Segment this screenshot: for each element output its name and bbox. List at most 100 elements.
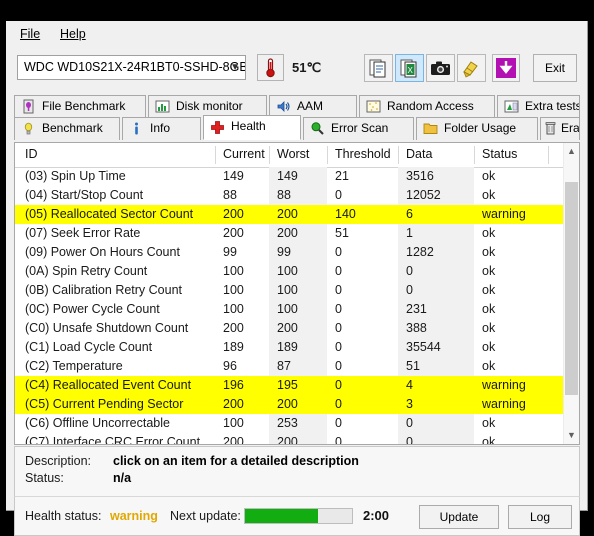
table-row[interactable]: (04) Start/Stop Count 88 88 0 12052 ok [15,186,563,205]
cell-worst: 99 [277,245,291,259]
cell-data: 35544 [406,340,441,354]
tab-random-access[interactable]: Random Access [359,95,495,118]
tab-info[interactable]: Info [122,117,201,140]
table-row[interactable]: (0B) Calibration Retry Count 100 100 0 0 ok [15,281,563,300]
table-row[interactable]: (C0) Unsafe Shutdown Count 200 200 0 388 ok [15,319,563,338]
camera-icon [431,61,450,75]
tab-folder-usage[interactable]: Folder Usage [416,117,538,140]
export-spreadsheet-button[interactable]: X [395,54,424,82]
table-header: ID Current Worst Threshold Data Status [15,143,579,168]
screenshot-button[interactable] [426,54,455,82]
tab-benchmark[interactable]: Benchmark [14,117,120,140]
tab-bar: File Benchmark Disk monitor AAM Random A… [14,95,580,143]
chevron-down-icon: ▼ [230,62,240,73]
download-button[interactable] [492,54,520,82]
table-row[interactable]: (C4) Reallocated Event Count 196 195 0 4 warn… [15,376,563,395]
cell-status: ok [482,416,496,430]
cell-id: (C1) Load Cycle Count [25,340,153,354]
column-divider [327,146,328,164]
column-header-current[interactable]: Current [223,147,265,161]
table-row[interactable]: (C1) Load Cycle Count 189 189 0 35544 ok [15,338,563,357]
table-row[interactable]: (05) Reallocated Sector Count 200 200 140 6 w… [15,205,563,224]
scroll-up-icon[interactable]: ▲ [564,143,579,160]
scrollbar-thumb[interactable] [565,182,578,395]
cell-data: 0 [406,283,413,297]
table-body: (03) Spin Up Time 149 149 21 3516 ok (04) Star… [15,167,563,444]
update-button[interactable]: Update [419,505,499,529]
menu-file-label: File [20,27,41,41]
table-row[interactable]: (C7) Interface CRC Error Count 200 200 0 0 ok [15,433,563,444]
cell-id: (09) Power On Hours Count [25,245,180,259]
cell-threshold: 140 [335,207,356,221]
column-header-data[interactable]: Data [406,147,432,161]
smart-attributes-panel: ID Current Worst Threshold Data Status (… [14,142,580,445]
report-button[interactable] [364,54,393,82]
tab-error-scan[interactable]: Error Scan [303,117,414,140]
cell-data: 1 [406,226,413,240]
cell-data: 0 [406,416,413,430]
column-header-worst[interactable]: Worst [277,147,309,161]
cell-threshold: 0 [335,264,342,278]
table-row[interactable]: (C5) Current Pending Sector 200 200 0 3 warni… [15,395,563,414]
hd-tune-window: File Help WDC WD10S21X-24R1BT0-SSHD-8GB … [6,21,588,536]
cell-status: ok [482,169,496,183]
speaker-icon [276,99,292,114]
cell-id: (03) Spin Up Time [25,169,126,183]
table-row[interactable]: (07) Seek Error Rate 200 200 51 1 ok [15,224,563,243]
tab-extra-tests[interactable]: Extra tests [497,95,580,118]
exit-button[interactable]: Exit [533,54,577,82]
menu-file[interactable]: File [16,26,44,42]
table-row[interactable]: (0A) Spin Retry Count 100 100 0 0 ok [15,262,563,281]
column-divider [269,146,270,164]
tab-label: AAM [297,99,324,113]
brush-button[interactable] [457,54,486,82]
table-row[interactable]: (0C) Power Cycle Count 100 100 0 231 ok [15,300,563,319]
tab-label: Health [231,119,266,133]
tab-file-benchmark[interactable]: File Benchmark [14,95,146,118]
column-header-status[interactable]: Status [482,147,517,161]
cell-id: (C7) Interface CRC Error Count [25,435,201,444]
column-header-id[interactable]: ID [25,147,38,161]
log-button[interactable]: Log [508,505,572,529]
brush-icon [463,61,478,78]
cell-threshold: 0 [335,188,342,202]
table-row[interactable]: (09) Power On Hours Count 99 99 0 1282 ok [15,243,563,262]
table-row[interactable]: (C2) Temperature 96 87 0 51 ok [15,357,563,376]
tab-label: Erase [561,121,580,135]
cell-current: 196 [223,378,244,392]
tab-health[interactable]: Health [203,115,301,140]
drive-selector-dropdown[interactable]: WDC WD10S21X-24R1BT0-SSHD-8GB ( ▼ [17,55,246,80]
cell-id: (04) Start/Stop Count [25,188,144,202]
status-value: n/a [113,471,132,485]
description-label: Description: [25,454,91,468]
table-row[interactable]: (C6) Offline Uncorrectable 100 253 0 0 ok [15,414,563,433]
countdown-timer: 2:00 [363,508,390,523]
cell-id: (C5) Current Pending Sector [25,397,184,411]
scroll-down-icon[interactable]: ▼ [564,427,579,444]
cell-data: 12052 [406,188,441,202]
screen-background: File Help WDC WD10S21X-24R1BT0-SSHD-8GB … [0,0,594,536]
cell-current: 96 [223,359,237,373]
progress-fill [245,509,318,523]
health-status-badge: warning [110,509,158,523]
vertical-scrollbar[interactable]: ▲ ▼ [563,143,579,444]
trash-icon [543,121,559,136]
column-header-threshold[interactable]: Threshold [335,147,391,161]
tab-erase[interactable]: Erase [540,117,580,140]
column-divider [548,146,549,164]
cell-status: ok [482,359,496,373]
cell-threshold: 0 [335,416,342,430]
cell-threshold: 51 [335,226,349,240]
tab-label: Disk monitor [176,99,243,113]
column-divider [398,146,399,164]
cell-worst: 149 [277,169,298,183]
menu-help[interactable]: Help [56,26,90,42]
folder-icon [423,121,439,136]
cell-worst: 100 [277,302,298,316]
disk-monitor-icon [155,99,171,114]
cell-worst: 200 [277,321,298,335]
svg-text:X: X [408,66,414,75]
table-row[interactable]: (03) Spin Up Time 149 149 21 3516 ok [15,167,563,186]
lightbulb-icon [21,121,37,136]
menu-help-label: Help [60,27,86,41]
